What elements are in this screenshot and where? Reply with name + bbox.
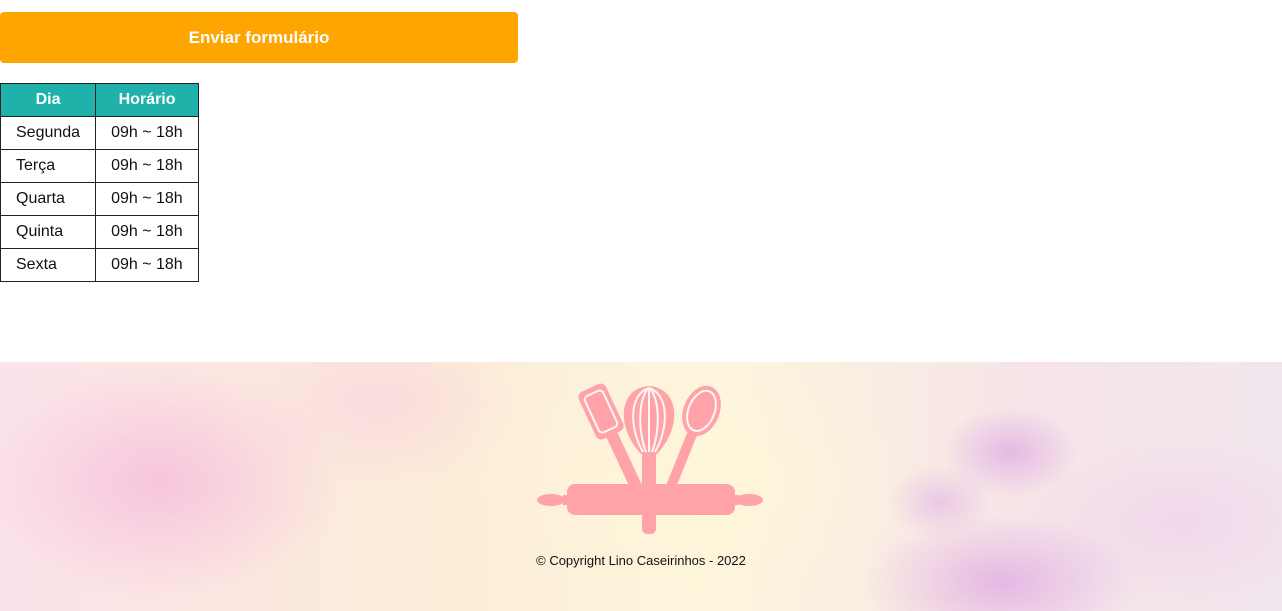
day-cell: Terça [0,149,97,183]
table-row: Quinta 09h ~ 18h [0,215,200,249]
kitchen-utensils-logo-icon [537,383,763,534]
column-header-day: Dia [0,83,97,117]
table-header-row: Dia Horário [0,83,200,117]
day-cell: Quinta [0,215,97,249]
hours-cell: 09h ~ 18h [95,149,200,183]
hours-cell: 09h ~ 18h [95,182,200,216]
site-footer: © Copyright Lino Caseirinhos - 2022 [0,362,1282,611]
column-header-hours: Horário [95,83,200,117]
day-cell: Sexta [0,248,97,282]
table-row: Quarta 09h ~ 18h [0,182,200,216]
opening-hours-table: Dia Horário Segunda 09h ~ 18h Terça 09h … [0,83,200,282]
table-row: Terça 09h ~ 18h [0,149,200,183]
day-cell: Quarta [0,182,97,216]
submit-form-button[interactable]: Enviar formulário [0,12,518,63]
copyright-text: © Copyright Lino Caseirinhos - 2022 [536,553,746,568]
hours-cell: 09h ~ 18h [95,215,200,249]
day-cell: Segunda [0,116,97,150]
table-row: Segunda 09h ~ 18h [0,116,200,150]
table-row: Sexta 09h ~ 18h [0,248,200,282]
hours-cell: 09h ~ 18h [95,248,200,282]
hours-cell: 09h ~ 18h [95,116,200,150]
